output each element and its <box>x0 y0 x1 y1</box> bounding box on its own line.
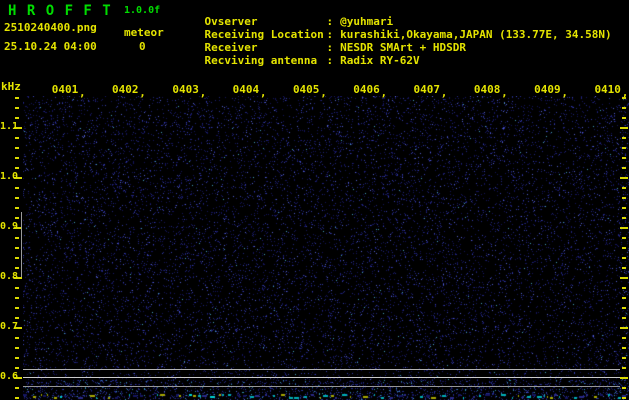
y-axis-minor-tick <box>622 317 626 319</box>
carrier-line <box>23 386 620 387</box>
y-axis-tick-label: 0.9 <box>0 221 14 232</box>
x-axis-tick-label: 0403 <box>169 83 203 96</box>
y-axis-major-tick <box>620 227 628 229</box>
y-axis-minor-tick <box>622 187 626 189</box>
y-axis-minor-tick <box>15 367 19 369</box>
antenna-value: Radix RY-62V <box>340 54 419 67</box>
spectrogram-canvas <box>23 96 629 400</box>
x-axis-tick: , <box>561 86 568 99</box>
y-axis-minor-tick <box>622 357 626 359</box>
y-axis-minor-tick <box>622 97 626 99</box>
left-marker-line <box>21 212 22 277</box>
y-axis-minor-tick <box>15 307 19 309</box>
y-axis-unit-label: kHz <box>1 80 21 93</box>
x-axis-tick-label: 0406 <box>350 83 384 96</box>
y-axis-minor-tick <box>15 147 19 149</box>
y-axis-major-tick <box>620 177 628 179</box>
x-axis-tick: , <box>320 86 327 99</box>
y-axis-major-tick <box>620 327 628 329</box>
y-axis-minor-tick <box>622 237 626 239</box>
y-axis-minor-tick <box>15 267 19 269</box>
meteor-count-value: 0 <box>139 40 146 53</box>
x-axis-tick: , <box>200 86 207 99</box>
y-axis-minor-tick <box>15 207 19 209</box>
y-axis-tick-label: 0.8 <box>0 271 14 282</box>
y-axis-minor-tick <box>622 157 626 159</box>
y-axis-minor-tick <box>622 107 626 109</box>
x-axis-tick: , <box>381 86 388 99</box>
y-axis-minor-tick <box>622 117 626 119</box>
y-axis-minor-tick <box>15 397 19 399</box>
y-axis-minor-tick <box>15 257 19 259</box>
y-axis-minor-tick <box>15 97 19 99</box>
y-axis-minor-tick <box>15 297 19 299</box>
carrier-line <box>23 377 620 378</box>
y-axis-tick-label: 0.7 <box>0 321 14 332</box>
y-axis-minor-tick <box>15 387 19 389</box>
x-axis-tick-label: 0407 <box>410 83 444 96</box>
y-axis-minor-tick <box>622 307 626 309</box>
x-axis-tick: , <box>260 86 267 99</box>
app-version: 1.0.0f <box>124 5 160 16</box>
x-axis-tick: , <box>501 86 508 99</box>
y-axis-major-tick <box>620 277 628 279</box>
y-axis-minor-tick <box>622 387 626 389</box>
y-axis-minor-tick <box>622 247 626 249</box>
y-axis-minor-tick <box>15 217 19 219</box>
y-axis-minor-tick <box>15 197 19 199</box>
y-axis-minor-tick <box>15 167 19 169</box>
y-axis-minor-tick <box>15 137 19 139</box>
y-axis-minor-tick <box>15 117 19 119</box>
y-axis-minor-tick <box>15 247 19 249</box>
y-axis-minor-tick <box>622 197 626 199</box>
antenna-label: Recviving antenna <box>205 54 327 67</box>
hrofft-window: H R O F F T 1.0.0f 2510240400.png meteor… <box>0 0 629 400</box>
carrier-line <box>23 369 620 370</box>
y-axis-minor-tick <box>622 207 626 209</box>
x-axis-tick-label: 0402 <box>108 83 142 96</box>
y-axis-minor-tick <box>622 297 626 299</box>
x-axis-tick-label: 0404 <box>229 83 263 96</box>
observation-datetime: 25.10.24 04:00 <box>4 40 97 53</box>
x-axis-tick: , <box>139 86 146 99</box>
y-axis-minor-tick <box>622 347 626 349</box>
x-axis-tick-label: 0405 <box>289 83 323 96</box>
x-axis-tick-label: 0401 <box>48 83 82 96</box>
x-axis-tick-label: 0408 <box>470 83 504 96</box>
y-axis-minor-tick <box>622 257 626 259</box>
y-axis-minor-tick <box>622 267 626 269</box>
info-row-antenna: Recviving antenna: Radix RY-62V <box>178 41 420 80</box>
app-title: H R O F F T <box>8 3 112 19</box>
y-axis-major-tick <box>620 377 628 379</box>
y-axis-minor-tick <box>15 187 19 189</box>
output-filename: 2510240400.png <box>4 21 97 34</box>
y-axis-minor-tick <box>622 147 626 149</box>
y-axis-minor-tick <box>15 287 19 289</box>
y-axis-tick-label: 1.1 <box>0 121 14 132</box>
y-axis-minor-tick <box>622 397 626 399</box>
x-axis-tick-label: 0409 <box>530 83 564 96</box>
x-axis-tick: , <box>79 86 86 99</box>
y-axis-minor-tick <box>15 357 19 359</box>
y-axis-minor-tick <box>622 217 626 219</box>
y-axis-minor-tick <box>622 367 626 369</box>
y-axis-minor-tick <box>15 337 19 339</box>
y-axis-minor-tick <box>15 347 19 349</box>
y-axis-minor-tick <box>15 157 19 159</box>
y-axis-minor-tick <box>622 337 626 339</box>
y-axis-major-tick <box>620 127 628 129</box>
meteor-count-label: meteor <box>124 26 164 39</box>
y-axis-minor-tick <box>622 167 626 169</box>
y-axis-minor-tick <box>15 317 19 319</box>
y-axis-tick-label: 0.6 <box>0 371 14 382</box>
y-axis-minor-tick <box>15 107 19 109</box>
y-axis-minor-tick <box>622 137 626 139</box>
x-axis-tick-label: 0410 <box>591 83 625 96</box>
y-axis-minor-tick <box>622 287 626 289</box>
y-axis-minor-tick <box>15 237 19 239</box>
x-axis-tick: , <box>441 86 448 99</box>
y-axis-tick-label: 1.0 <box>0 171 14 182</box>
separator: : <box>327 54 334 67</box>
